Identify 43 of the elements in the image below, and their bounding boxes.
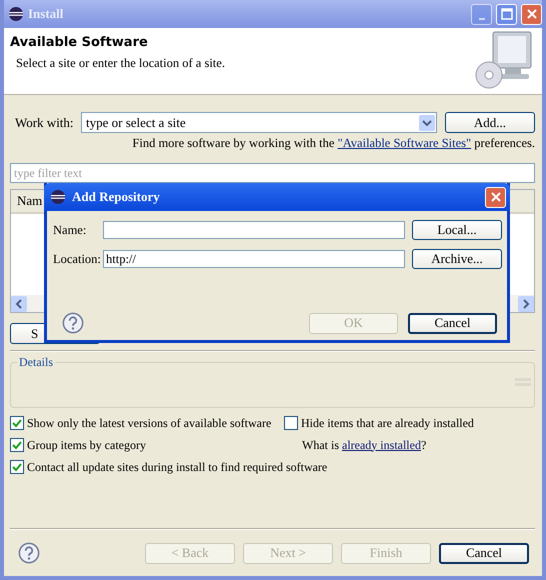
site-combo-box[interactable]: type or select a site (81, 112, 437, 133)
already-installed-link[interactable]: already installed (342, 438, 421, 452)
group-by-category-checkbox[interactable]: Group items by category (10, 438, 284, 452)
window-title: Install (28, 6, 64, 22)
work-with-label: Work with: (15, 114, 75, 130)
checkmark-icon (11, 439, 23, 451)
checkmark-icon (11, 417, 23, 429)
page-subtitle: Select a site or enter the location of a site. (16, 56, 226, 71)
hide-installed-checkbox[interactable]: Hide items that are already installed (284, 416, 474, 430)
contact-sites-checkbox[interactable]: Contact all update sites during install to find required software (10, 460, 328, 474)
dialog-button[interactable]: Cancel (408, 312, 497, 334)
checkmark-icon (11, 461, 23, 473)
field-label: Location: (53, 252, 98, 266)
maximize-icon (500, 8, 512, 20)
minimize-button[interactable] (471, 4, 492, 24)
eclipse-icon (50, 189, 66, 205)
eclipse-icon (8, 6, 24, 22)
help-icon[interactable] (18, 542, 40, 564)
dialog-title: Add Repository (72, 189, 160, 205)
scroll-right-icon[interactable] (518, 296, 534, 312)
close-icon (490, 191, 502, 203)
close-icon (526, 8, 538, 20)
latest-versions-checkbox[interactable]: Show only the latest versions of available software (10, 416, 284, 430)
field-label: Name: (53, 222, 88, 238)
scroll-left-icon[interactable] (11, 296, 27, 312)
sites-note: Find more software by working with the "Available Software Sites" preferences. (132, 136, 535, 151)
add-button[interactable]: Add... (445, 112, 535, 133)
installed-note: What is already installed? (302, 438, 426, 452)
input-field[interactable] (103, 221, 405, 239)
browse-button[interactable]: Archive... (412, 249, 502, 269)
help-icon[interactable] (62, 312, 84, 334)
maximize-button[interactable] (496, 4, 517, 24)
filter-field[interactable]: type filter text (10, 163, 535, 183)
close-button[interactable] (521, 4, 542, 24)
input-field[interactable]: http:// (103, 250, 405, 268)
page-title: Available Software (10, 35, 149, 50)
wizard-button[interactable]: Cancel (439, 542, 529, 564)
minimize-icon (478, 18, 484, 20)
browse-button[interactable]: Local... (412, 220, 502, 240)
close-button[interactable] (485, 186, 506, 208)
dropdown-icon (419, 114, 435, 130)
column-header[interactable]: Nam (11, 193, 41, 209)
available-sites-link[interactable]: "Available Software Sites" (338, 136, 472, 150)
